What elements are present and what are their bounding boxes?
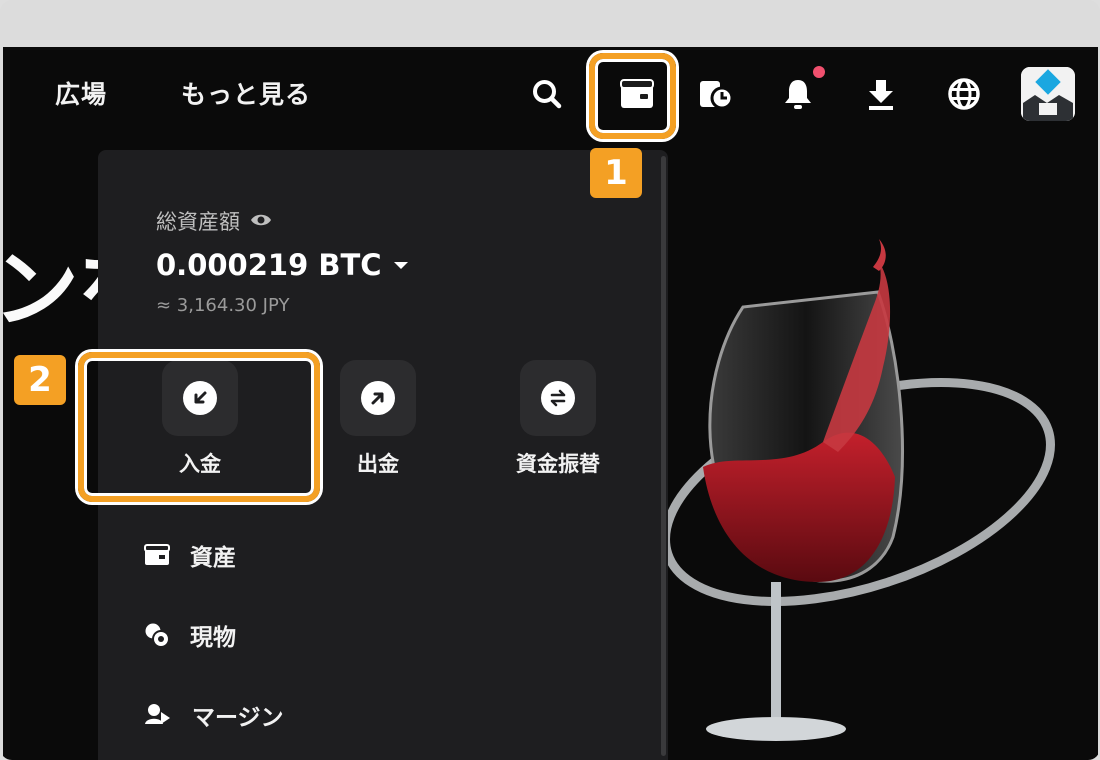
download-icon[interactable] bbox=[858, 71, 904, 117]
fiat-equivalent: ≈ 3,164.30 JPY bbox=[156, 295, 290, 316]
search-icon[interactable] bbox=[524, 71, 570, 117]
nav-link-square[interactable]: 広場 bbox=[55, 75, 107, 111]
menu-item-spot[interactable]: 現物 bbox=[144, 618, 236, 652]
eye-icon[interactable] bbox=[250, 209, 272, 233]
user-avatar[interactable] bbox=[1021, 67, 1075, 121]
menu-item-assets[interactable]: 資産 bbox=[144, 538, 236, 572]
nav-link-more[interactable]: もっと見る bbox=[181, 75, 311, 111]
step1-highlight bbox=[589, 53, 676, 139]
transfer-icon-tile bbox=[520, 360, 596, 436]
total-assets-label: 総資産額 bbox=[156, 206, 272, 236]
transfer-icon bbox=[541, 381, 575, 415]
withdraw-arrow-icon bbox=[361, 381, 395, 415]
menu-item-margin-label: マージン bbox=[192, 705, 284, 731]
browser-frame: 広場 もっと見る ンを 総資産額 0.000219 BTC ≈ 3,164.30… bbox=[0, 0, 1100, 760]
globe-icon[interactable] bbox=[941, 71, 987, 117]
transfer-label: 資金振替 bbox=[516, 452, 600, 476]
order-history-icon[interactable] bbox=[693, 71, 739, 117]
withdraw-label: 出金 bbox=[357, 452, 399, 476]
step1-badge: 1 bbox=[590, 148, 642, 198]
step2-highlight bbox=[78, 352, 320, 502]
transfer-button[interactable]: 資金振替 bbox=[478, 360, 638, 478]
wallet-icon bbox=[144, 544, 170, 566]
withdraw-button[interactable]: 出金 bbox=[298, 360, 458, 478]
chevron-down-icon bbox=[393, 261, 408, 269]
spot-coins-icon bbox=[144, 622, 170, 648]
total-assets-text: 総資産額 bbox=[156, 210, 240, 234]
notification-badge bbox=[813, 66, 825, 78]
step2-badge: 2 bbox=[14, 355, 66, 405]
btc-balance-value: 0.000219 BTC bbox=[156, 248, 382, 282]
margin-icon bbox=[144, 702, 172, 728]
withdraw-icon-tile bbox=[340, 360, 416, 436]
menu-item-spot-label: 現物 bbox=[190, 625, 236, 651]
menu-item-margin[interactable]: マージン bbox=[144, 698, 284, 732]
notification-bell-icon[interactable] bbox=[775, 71, 821, 117]
menu-item-assets-label: 資産 bbox=[190, 545, 236, 571]
wine-glass-image bbox=[643, 237, 1098, 760]
top-nav: 広場 もっと見る bbox=[3, 47, 1098, 142]
btc-balance[interactable]: 0.000219 BTC bbox=[156, 248, 408, 282]
panel-scrollbar[interactable] bbox=[661, 156, 666, 756]
